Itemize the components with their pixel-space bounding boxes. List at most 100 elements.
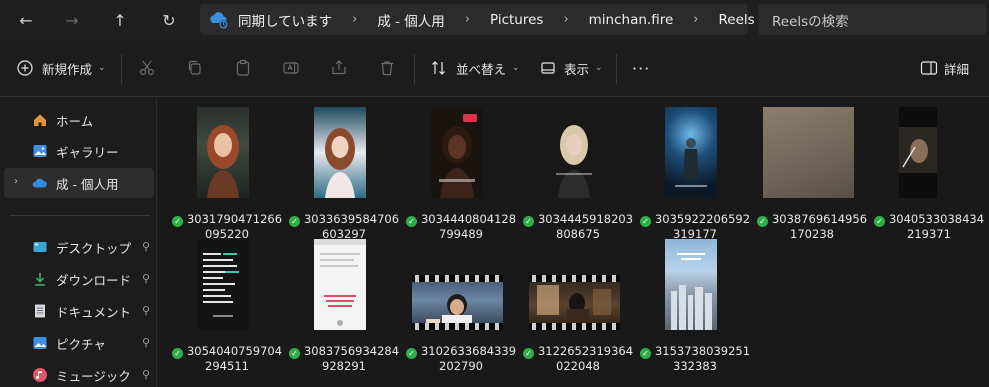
share-icon [332, 60, 346, 75]
chevron-right-icon[interactable]: › [14, 176, 18, 187]
sidebar-item-label: デスクトップ [56, 240, 132, 256]
toolbar-divider [121, 54, 122, 84]
clipboard-icon [236, 59, 250, 76]
file-item[interactable]: ✓ 3034445918203 808675 [519, 107, 637, 241]
new-button[interactable]: 新規作成 ⌄ [16, 54, 106, 82]
breadcrumb-reels[interactable]: Reels [718, 12, 754, 28]
breadcrumb-separator[interactable]: › [352, 12, 357, 27]
file-thumbnail [665, 107, 717, 198]
sync-check-icon: ✓ [639, 348, 651, 359]
search-placeholder: Reelsの検索 [772, 13, 849, 30]
file-item[interactable]: ✓ 3153738039251 332383 [636, 239, 754, 373]
title-bar: ← → ↑ ↻ 同期しています › 成 - 個人用 › Pictures › m… [0, 0, 989, 40]
file-thumbnail [314, 107, 366, 198]
chevron-down-icon: ⌄ [98, 63, 106, 73]
sidebar-item-label: ダウンロード [56, 272, 132, 288]
file-item[interactable]: ✓ 3035922206592 319177 [636, 107, 754, 241]
sidebar-divider [10, 215, 150, 216]
file-thumbnail [197, 239, 249, 330]
sidebar-item-documents[interactable]: ドキュメント ⚲ [4, 296, 154, 326]
details-pane-button[interactable]: 詳細 [920, 54, 969, 82]
file-item[interactable]: ✓ 3054040759704 294511 [168, 239, 286, 373]
sidebar-item-home[interactable]: ホーム [4, 105, 154, 135]
rename-button[interactable] [279, 56, 303, 80]
breadcrumb-minchan-fire[interactable]: minchan.fire [589, 12, 674, 28]
up-button[interactable]: ↑ [106, 6, 134, 34]
plus-circle-icon [16, 59, 34, 77]
file-item[interactable]: ✓ 3034440804128 799489 [402, 107, 520, 241]
view-button-label: 表示 [564, 61, 590, 77]
file-name: ✓ 3083756934284 928291 [285, 344, 403, 374]
file-item[interactable]: ✓ 3083756934284 928291 [285, 239, 403, 373]
file-item[interactable]: ✓ 3033639584706 603297 [285, 107, 403, 241]
sync-check-icon: ✓ [405, 348, 417, 359]
breadcrumb-separator[interactable]: › [693, 12, 698, 27]
copy-button[interactable] [183, 56, 207, 80]
sort-button-label: 並べ替え [456, 61, 507, 77]
chevron-down-icon: ⌄ [595, 63, 603, 73]
desktop-icon [32, 239, 48, 255]
search-input[interactable]: Reelsの検索 [758, 4, 987, 35]
file-name: ✓ 3034445918203 808675 [519, 212, 637, 242]
sidebar-item-label: ピクチャ [56, 336, 106, 352]
breadcrumb-pictures[interactable]: Pictures [490, 12, 543, 28]
sync-check-icon: ✓ [171, 216, 183, 227]
sidebar-item-label: 成 - 個人用 [56, 176, 119, 192]
file-name: ✓ 3038769614956 170238 [753, 212, 871, 242]
file-item[interactable]: ✓ 3038769614956 170238 [753, 107, 871, 241]
cut-button[interactable] [135, 56, 159, 80]
file-item[interactable]: ✓ 3122652319364 022048 [519, 239, 637, 373]
file-thumbnail [665, 239, 717, 330]
pin-icon[interactable]: ⚲ [142, 368, 150, 381]
paste-button[interactable] [231, 56, 255, 80]
sort-button[interactable]: 並べ替え ⌄ [430, 54, 520, 82]
address-bar[interactable]: 同期しています › 成 - 個人用 › Pictures › minchan.f… [200, 4, 755, 35]
sidebar-item-pictures[interactable]: ピクチャ ⚲ [4, 328, 154, 358]
file-thumbnail [197, 107, 249, 198]
pin-icon[interactable]: ⚲ [142, 304, 150, 317]
command-bar: 新規作成 ⌄ 並べ替え ⌄ 表示 ⌄ ··· 詳細 [0, 40, 989, 97]
sidebar-item-music[interactable]: ミュージック ⚲ [4, 360, 154, 387]
file-thumbnail [763, 107, 854, 198]
toolbar-divider [616, 54, 617, 84]
delete-button[interactable] [375, 56, 399, 80]
file-name: ✓ 3102633684339 202790 [402, 344, 520, 374]
sidebar-item-gallery[interactable]: ギャラリー [4, 136, 154, 166]
refresh-icon: ↻ [162, 10, 176, 30]
file-name: ✓ 3031790471266 095220 [168, 212, 286, 242]
pin-icon[interactable]: ⚲ [142, 240, 150, 253]
file-name: ✓ 3033639584706 603297 [285, 212, 403, 242]
rename-icon [283, 62, 299, 74]
pin-icon[interactable]: ⚲ [142, 336, 150, 349]
more-icon: ··· [632, 58, 651, 78]
file-grid: ✓ 3031790471266 095220 ✓ 3033639584706 60329… [158, 98, 989, 387]
view-button[interactable]: 表示 ⌄ [540, 54, 603, 82]
refresh-button[interactable]: ↻ [155, 6, 183, 34]
forward-button[interactable]: → [58, 6, 86, 34]
file-item[interactable]: ✓ 3102633684339 202790 [402, 239, 520, 373]
back-arrow-icon: ← [19, 10, 33, 30]
back-button[interactable]: ← [12, 6, 40, 34]
file-name: ✓ 3034440804128 799489 [402, 212, 520, 242]
file-thumbnail [412, 275, 503, 330]
share-button[interactable] [327, 56, 351, 80]
sidebar-item-desktop[interactable]: デスクトップ ⚲ [4, 232, 154, 262]
file-thumbnail [314, 239, 366, 330]
file-item[interactable]: ✓ 3031790471266 095220 [168, 107, 286, 241]
breadcrumb-syncing[interactable]: 同期しています [238, 10, 332, 30]
more-options-button[interactable]: ··· [632, 54, 650, 82]
file-item[interactable]: ✓ 3040533038434 219371 [870, 107, 988, 241]
file-thumbnail [899, 107, 937, 198]
sidebar-item-downloads[interactable]: ダウンロード ⚲ [4, 264, 154, 294]
breadcrumb-personal[interactable]: 成 - 個人用 [377, 10, 444, 30]
gallery-icon [32, 143, 48, 159]
breadcrumb-separator[interactable]: › [465, 12, 470, 27]
toolbar-divider [414, 54, 415, 84]
pin-icon[interactable]: ⚲ [142, 272, 150, 285]
forward-arrow-icon: → [65, 10, 79, 30]
file-name: ✓ 3122652319364 022048 [519, 344, 637, 374]
sidebar-item-label: ギャラリー [56, 144, 119, 160]
sidebar-item-onedrive[interactable]: › 成 - 個人用 [4, 168, 154, 198]
music-icon [32, 367, 48, 383]
breadcrumb-separator[interactable]: › [563, 12, 568, 27]
